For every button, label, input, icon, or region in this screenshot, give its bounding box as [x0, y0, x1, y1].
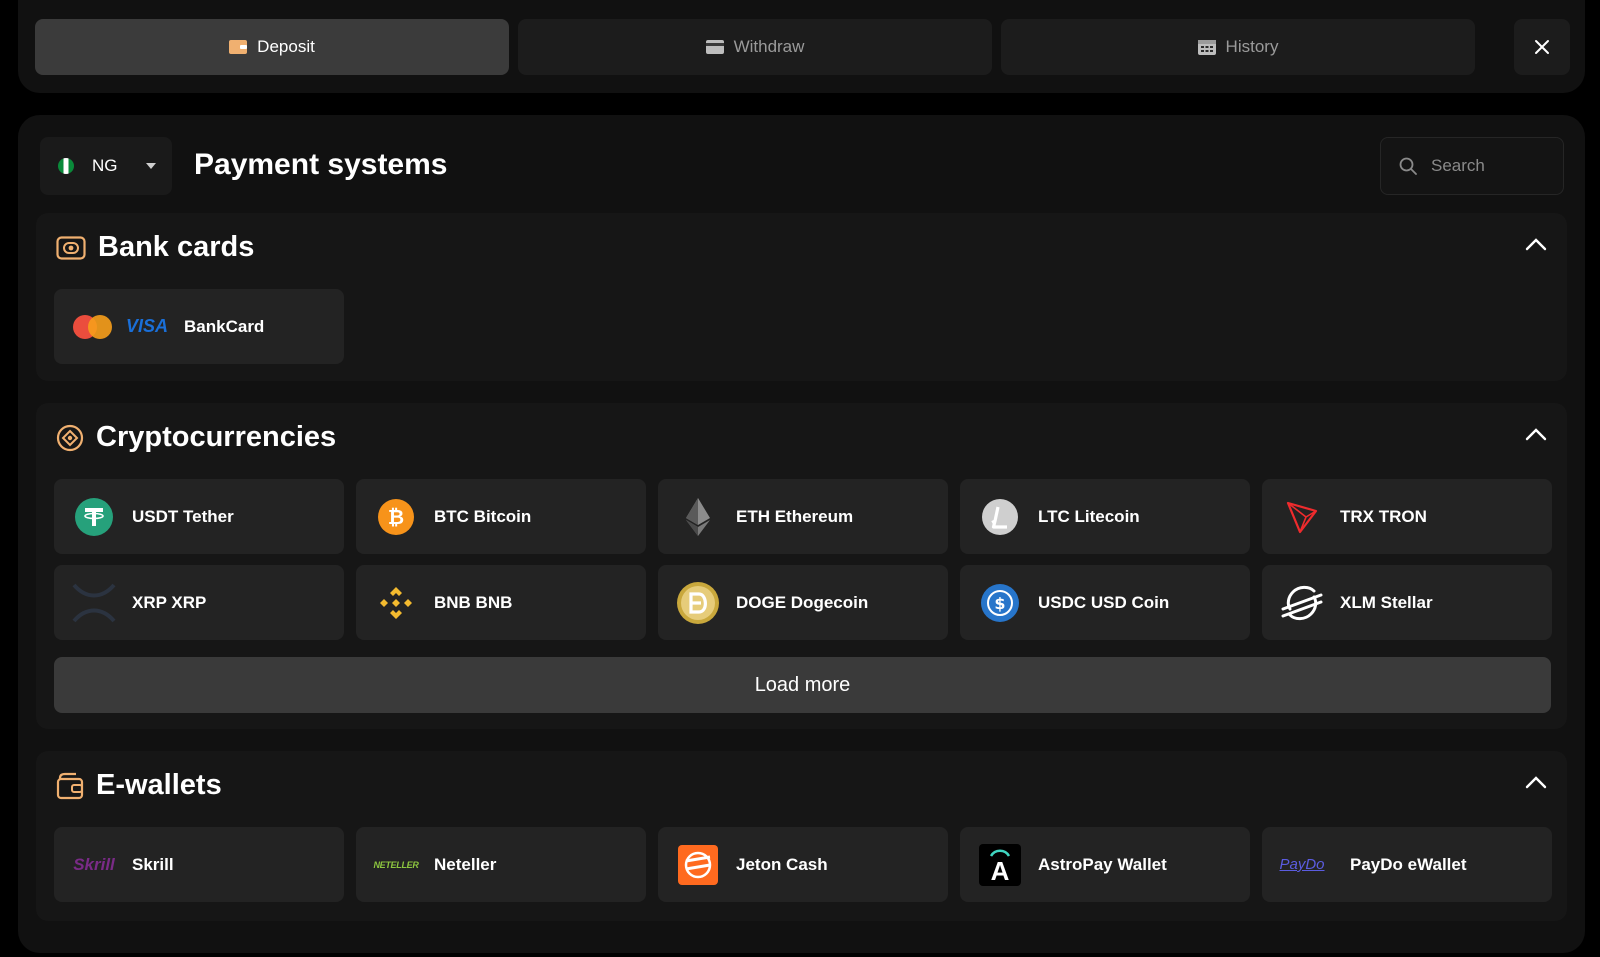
top-tab-bar: Deposit Withdraw History — [18, 0, 1585, 93]
litecoin-icon — [978, 495, 1022, 539]
bitcoin-icon: ₿ — [374, 495, 418, 539]
payment-card-label: USDT Tether — [132, 506, 234, 526]
payment-card-neteller[interactable]: NETELLER Neteller — [356, 827, 646, 902]
caret-down-icon — [145, 163, 156, 169]
neteller-icon: NETELLER — [373, 843, 419, 887]
payment-card-xlm[interactable]: XLM Stellar — [1262, 565, 1552, 640]
xrp-icon — [72, 581, 116, 625]
search-icon — [1399, 157, 1417, 175]
country-select[interactable]: NG — [40, 137, 172, 195]
section-bank-cards: Bank cards VISA BankCard — [36, 213, 1567, 381]
astropay-logo-text: A — [990, 855, 1010, 886]
calendar-icon — [1197, 40, 1216, 55]
svg-text:₿: ₿ — [388, 505, 404, 529]
payment-card-label: BTC Bitcoin — [434, 506, 532, 526]
section-crypto-header: Cryptocurrencies — [56, 421, 336, 454]
paydo-logo-text: PayDo — [1279, 856, 1325, 873]
section-cryptocurrencies: Cryptocurrencies USDT Tether ₿ BTC Bitco… — [36, 403, 1567, 729]
payment-card-label: USDC USD Coin — [1038, 592, 1170, 612]
payment-card-bankcard[interactable]: VISA BankCard — [54, 289, 344, 364]
wallet-icon — [229, 40, 248, 54]
payment-card-label: Jeton Cash — [736, 854, 828, 874]
payment-card-label: BankCard — [184, 316, 265, 336]
skrill-logo-text: Skrill — [73, 854, 115, 874]
payment-card-label: PayDo eWallet — [1350, 854, 1467, 874]
payment-card-btc[interactable]: ₿ BTC Bitcoin — [356, 479, 646, 554]
close-button[interactable] — [1514, 19, 1570, 75]
section-ewallets-header: E-wallets — [56, 769, 222, 802]
tab-withdraw[interactable]: Withdraw — [518, 19, 992, 75]
payment-card-label: BNB BNB — [434, 592, 513, 612]
payment-card-jeton[interactable]: Jeton Cash — [658, 827, 948, 902]
payment-card-eth[interactable]: ETH Ethereum — [658, 479, 948, 554]
chevron-up-icon[interactable] — [1525, 427, 1547, 441]
card-icon — [705, 40, 724, 54]
dogecoin-icon — [676, 581, 720, 625]
payment-card-label: AstroPay Wallet — [1038, 854, 1167, 874]
payment-card-paydo[interactable]: PayDo PayDo eWallet — [1262, 827, 1552, 902]
visa-logo: VISA — [126, 316, 169, 336]
chevron-up-icon[interactable] — [1525, 775, 1547, 789]
paydo-icon: PayDo — [1279, 843, 1325, 887]
payment-card-doge[interactable]: DOGE Dogecoin — [658, 565, 948, 640]
load-more-button[interactable]: Load more — [54, 657, 1551, 713]
payment-card-label: XLM Stellar — [1340, 592, 1433, 612]
ethereum-icon — [676, 495, 720, 539]
tab-history-label: History — [1225, 37, 1279, 56]
search-input[interactable] — [1429, 155, 1553, 177]
mastercard-visa-icon: VISA — [72, 314, 168, 340]
payment-card-ltc[interactable]: LTC Litecoin — [960, 479, 1250, 554]
payment-panel: NG Payment systems Bank cards VISA BankC… — [18, 115, 1585, 953]
payment-card-usdt[interactable]: USDT Tether — [54, 479, 344, 554]
ewallet-icon — [56, 772, 84, 799]
payment-card-label: Skrill — [132, 854, 174, 874]
payment-card-bnb[interactable]: BNB BNB — [356, 565, 646, 640]
section-title: E-wallets — [96, 769, 222, 801]
payment-card-xrp[interactable]: XRP XRP — [54, 565, 344, 640]
nigeria-flag-icon — [58, 158, 74, 174]
tab-withdraw-label: Withdraw — [733, 37, 805, 56]
payment-card-skrill[interactable]: Skrill Skrill — [54, 827, 344, 902]
payment-card-astropay[interactable]: A AstroPay Wallet — [960, 827, 1250, 902]
tab-history[interactable]: History — [1001, 19, 1475, 75]
close-icon — [1535, 40, 1549, 54]
payment-card-label: XRP XRP — [132, 592, 207, 612]
section-bank-cards-header: Bank cards — [56, 231, 254, 264]
section-title: Cryptocurrencies — [96, 421, 337, 453]
search-box[interactable] — [1380, 137, 1564, 195]
neteller-logo-text: NETELLER — [373, 859, 419, 870]
astropay-icon: A — [978, 843, 1022, 887]
tron-icon — [1280, 495, 1324, 539]
country-code: NG — [92, 156, 118, 175]
skrill-icon: Skrill — [72, 843, 116, 887]
section-ewallets: E-wallets Skrill Skrill NETELLER Netelle… — [36, 751, 1567, 921]
tether-icon — [72, 495, 116, 539]
crypto-icon — [56, 424, 84, 451]
payment-card-label: DOGE Dogecoin — [736, 592, 869, 612]
payment-card-usdc[interactable]: $ USDC USD Coin — [960, 565, 1250, 640]
bank-card-icon — [56, 235, 86, 260]
payment-card-label: Neteller — [434, 854, 497, 874]
svg-text:$: $ — [994, 594, 1005, 613]
page-title: Payment systems — [194, 148, 448, 181]
stellar-icon — [1280, 581, 1324, 625]
payment-card-label: LTC Litecoin — [1038, 506, 1140, 526]
section-title: Bank cards — [98, 231, 255, 263]
payment-card-label: TRX TRON — [1340, 506, 1427, 526]
tab-deposit-label: Deposit — [257, 37, 315, 56]
jeton-icon — [676, 843, 720, 887]
chevron-up-icon[interactable] — [1525, 237, 1547, 251]
payment-card-label: ETH Ethereum — [736, 506, 854, 526]
usdc-icon: $ — [978, 581, 1022, 625]
tab-deposit[interactable]: Deposit — [35, 19, 509, 75]
payment-card-trx[interactable]: TRX TRON — [1262, 479, 1552, 554]
bnb-icon — [374, 581, 418, 625]
